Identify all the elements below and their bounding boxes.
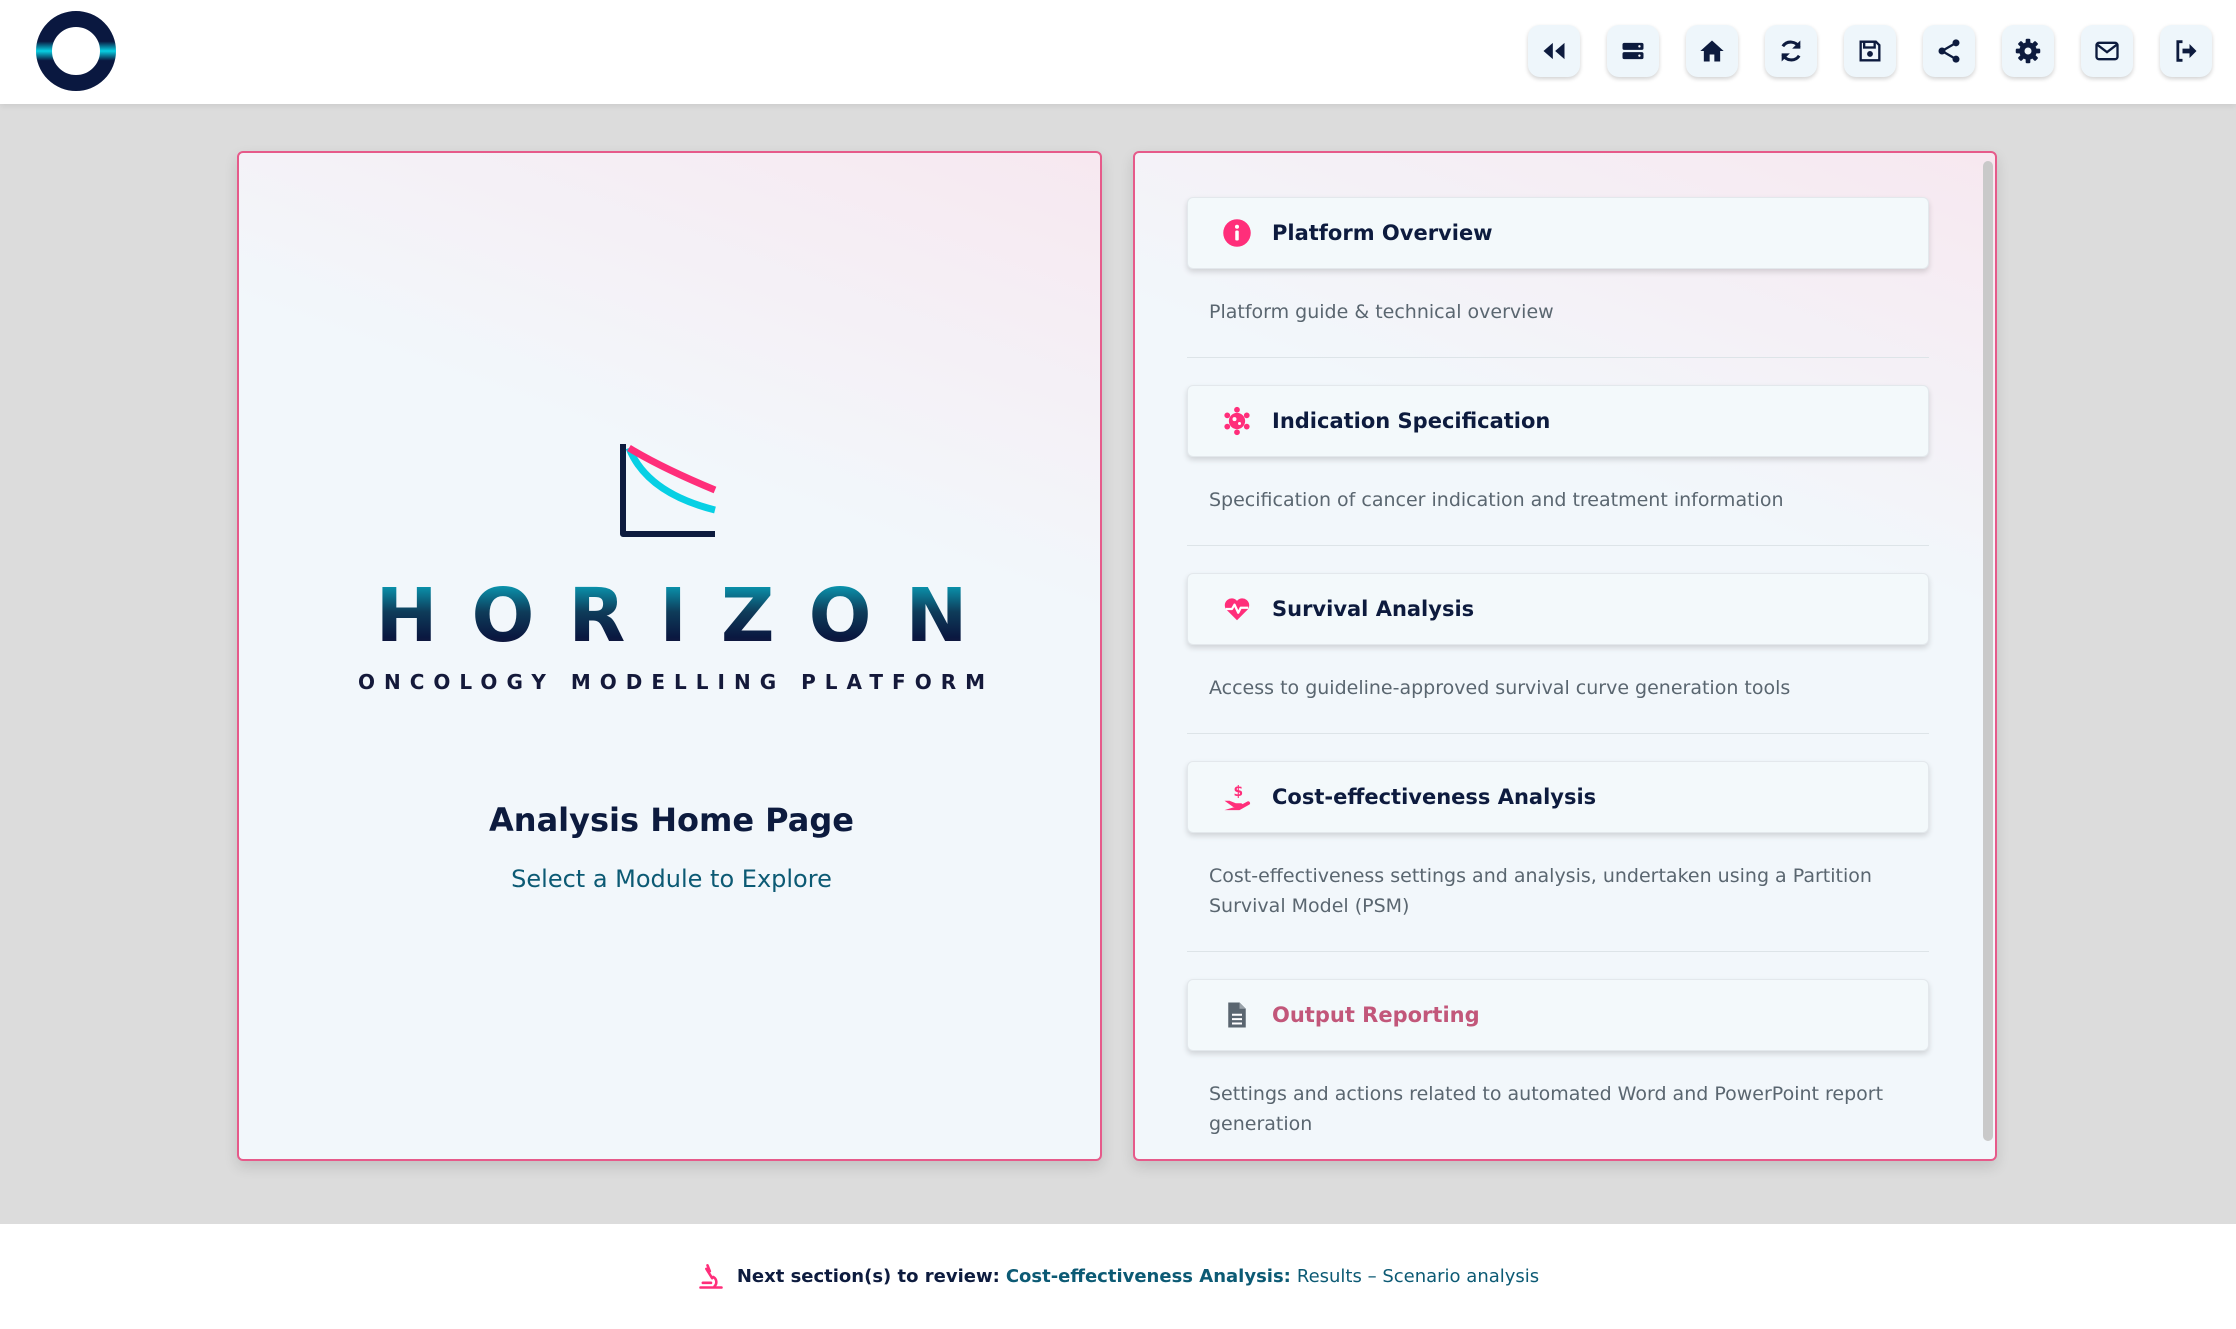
gear-icon [2015, 38, 2041, 64]
save-button[interactable] [1844, 25, 1896, 77]
module-description: Settings and actions related to automate… [1209, 1083, 1884, 1135]
module-description: Access to guideline-approved survival cu… [1209, 677, 1791, 699]
module-button-survival-analysis[interactable]: Survival Analysis [1187, 573, 1929, 645]
modules-panel: Platform Overview Platform guide & techn… [1133, 151, 1997, 1161]
scrollbar[interactable] [1983, 161, 1993, 1141]
module-description: Specification of cancer indication and t… [1209, 489, 1784, 511]
module-label: Platform Overview [1272, 221, 1493, 245]
storage-button[interactable] [1607, 25, 1659, 77]
next-section-lead: Next section(s) to review: [736, 1266, 1000, 1287]
refresh-button[interactable] [1765, 25, 1817, 77]
hand-dollar-icon: $ [1224, 784, 1251, 811]
app-logo[interactable] [34, 10, 118, 92]
module-label: Output Reporting [1272, 1003, 1480, 1027]
module-item: Platform Overview Platform guide & techn… [1187, 197, 1929, 358]
document-icon [1228, 1002, 1246, 1028]
page-subtitle: Select a Module to Explore [511, 865, 832, 893]
logout-icon [2176, 40, 2197, 62]
page-title: Analysis Home Page [489, 801, 854, 839]
top-bar [0, 0, 2236, 104]
info-icon [1223, 219, 1251, 247]
module-description: Cost-effectiveness settings and analysis… [1209, 865, 1872, 917]
home-panel: HORIZON ONCOLOGY MODELLING PLATFORM Anal… [237, 151, 1102, 1161]
survival-curve-logo-icon [620, 444, 717, 537]
rewind-icon [1543, 42, 1565, 60]
brand-subtitle: ONCOLOGY MODELLING PLATFORM [357, 670, 995, 694]
next-section-item-link[interactable]: Results – Scenario analysis [1297, 1266, 1539, 1287]
logout-button[interactable] [2160, 25, 2212, 77]
mail-button[interactable] [2081, 25, 2133, 77]
home-icon [1700, 40, 1724, 62]
settings-button[interactable] [2002, 25, 2054, 77]
module-label: Indication Specification [1272, 409, 1551, 433]
module-label: Cost-effectiveness Analysis [1272, 785, 1597, 809]
module-button-indication-specification[interactable]: Indication Specification [1187, 385, 1929, 457]
toolbar [1528, 25, 2212, 77]
next-section-footer: Next section(s) to review: Cost-effectiv… [0, 1224, 2236, 1329]
module-button-cost-effectiveness-analysis[interactable]: $ Cost-effectiveness Analysis [1187, 761, 1929, 833]
save-icon [1859, 40, 1881, 62]
rewind-button[interactable] [1528, 25, 1580, 77]
microscope-icon [699, 1263, 723, 1289]
module-label: Survival Analysis [1272, 597, 1475, 621]
module-item: Indication Specification Specification o… [1187, 385, 1929, 546]
next-section-module-link[interactable]: Cost-effectiveness Analysis: [1006, 1266, 1291, 1287]
module-list: Platform Overview Platform guide & techn… [1187, 197, 1929, 1159]
module-button-platform-overview[interactable]: Platform Overview [1187, 197, 1929, 269]
share-button[interactable] [1923, 25, 1975, 77]
virus-icon [1224, 406, 1250, 436]
home-button[interactable] [1686, 25, 1738, 77]
module-item: Survival Analysis Access to guideline-ap… [1187, 573, 1929, 734]
svg-text:$: $ [1233, 784, 1243, 800]
module-item: $ Cost-effectiveness Analysis Cost-effec… [1187, 761, 1929, 952]
mail-icon [2095, 41, 2119, 61]
brand-wordmark: HORIZON [239, 573, 1104, 659]
refresh-icon [1781, 40, 1801, 62]
heartbeat-icon [1224, 598, 1250, 621]
module-button-output-reporting[interactable]: Output Reporting [1187, 979, 1929, 1051]
share-icon [1938, 39, 1960, 63]
module-description: Platform guide & technical overview [1209, 301, 1554, 323]
server-icon [1622, 42, 1644, 60]
module-item: Output Reporting Settings and actions re… [1187, 979, 1929, 1159]
